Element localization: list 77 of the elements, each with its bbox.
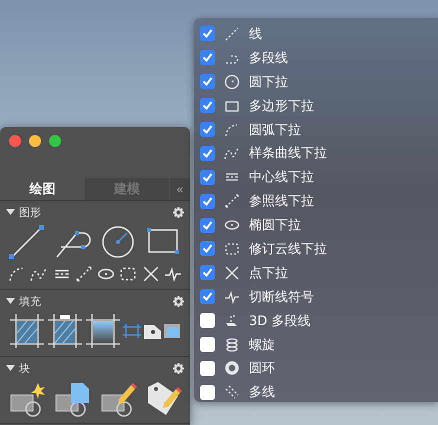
checkbox[interactable] (200, 50, 215, 66)
disclosure-triangle-icon (6, 364, 15, 372)
circle-icon (224, 74, 240, 90)
checkbox[interactable] (200, 26, 215, 42)
gradient-icon[interactable] (84, 312, 122, 350)
menu-item[interactable]: 多段线 (200, 46, 438, 70)
arc-icon (224, 122, 240, 138)
checkmark-icon (202, 124, 213, 135)
menu-item[interactable]: 螺旋 (200, 332, 438, 356)
dashed-rectangle-icon (224, 240, 240, 257)
checkmark-icon (202, 196, 213, 207)
settings-icon[interactable] (173, 206, 184, 218)
settings-icon[interactable] (173, 296, 184, 306)
zigzag-icon (224, 288, 240, 305)
double-line-icon (224, 384, 240, 400)
menu-item[interactable]: 椭圆下拉 (200, 213, 438, 238)
close-button[interactable] (9, 135, 21, 147)
checkmark-icon (202, 291, 213, 302)
menu-item[interactable]: 样条曲线下拉 (200, 141, 438, 166)
hatch-icon[interactable] (8, 312, 46, 350)
settings-icon[interactable] (173, 362, 184, 374)
menu-item[interactable]: 圆弧下拉 (200, 118, 438, 142)
line-icon[interactable] (8, 223, 46, 261)
checkbox[interactable] (200, 98, 215, 114)
disclosure-triangle-icon (6, 208, 15, 216)
menu-item[interactable]: 线 (200, 22, 438, 46)
checkmark-icon (202, 220, 213, 231)
checkmark-icon (202, 243, 213, 254)
line-icon (224, 26, 240, 42)
zigzag-icon[interactable] (164, 265, 182, 283)
checkbox[interactable] (200, 146, 215, 161)
checkmark-icon (202, 28, 213, 40)
menu-item[interactable]: 切断线符号 (200, 284, 438, 309)
section-title: 图形 (19, 204, 41, 220)
menu-item[interactable]: 3D 多段线 (200, 308, 438, 333)
checkbox[interactable] (200, 289, 215, 304)
menu-item[interactable]: 修订云线下拉 (200, 237, 438, 261)
hatch-edit-icon[interactable] (46, 312, 84, 350)
checkbox[interactable] (200, 337, 215, 352)
disclosure-triangle-icon (6, 298, 15, 304)
cross-icon (224, 264, 240, 281)
collapse-button[interactable]: « (170, 178, 190, 200)
checkbox[interactable] (200, 74, 215, 90)
checkbox[interactable] (200, 241, 215, 256)
checkbox[interactable] (200, 265, 215, 280)
checkmark-icon (202, 172, 213, 183)
checkmark-icon (202, 100, 213, 112)
checkmark-icon (202, 148, 213, 159)
double-arrow-icon[interactable] (74, 265, 93, 283)
polyline-3d-icon (224, 312, 240, 329)
zoom-button[interactable] (49, 135, 61, 147)
checkbox[interactable] (200, 384, 215, 400)
checkbox[interactable] (200, 313, 215, 328)
wipeout-icon[interactable] (162, 321, 182, 341)
checkmark-icon (202, 52, 213, 64)
cross-icon[interactable] (142, 265, 160, 283)
menu-item[interactable]: 参照线下拉 (200, 189, 438, 214)
checkbox[interactable] (200, 170, 215, 185)
menu-item[interactable]: 点下拉 (200, 260, 438, 285)
checkbox[interactable] (200, 122, 215, 137)
section-title: 填充 (19, 294, 41, 308)
checkbox[interactable] (200, 194, 215, 209)
menu-item[interactable]: 圆环 (200, 356, 438, 380)
helix-icon (224, 336, 240, 353)
checkmark-icon (202, 76, 213, 88)
menu-item[interactable]: 圆下拉 (200, 70, 438, 94)
dashed-rectangle-icon[interactable] (119, 265, 138, 283)
menu-item[interactable]: 多线 (200, 380, 438, 404)
checkbox[interactable] (200, 360, 215, 376)
double-arrow-icon (224, 193, 240, 210)
menu-item[interactable]: 多边形下拉 (200, 94, 438, 118)
ring-icon (224, 360, 240, 376)
menu-item[interactable]: 中心线下拉 (200, 165, 438, 190)
section-title: 块 (19, 360, 30, 376)
checkmark-icon (202, 267, 213, 278)
minimize-button[interactable] (29, 135, 41, 147)
checkbox[interactable] (200, 218, 215, 233)
